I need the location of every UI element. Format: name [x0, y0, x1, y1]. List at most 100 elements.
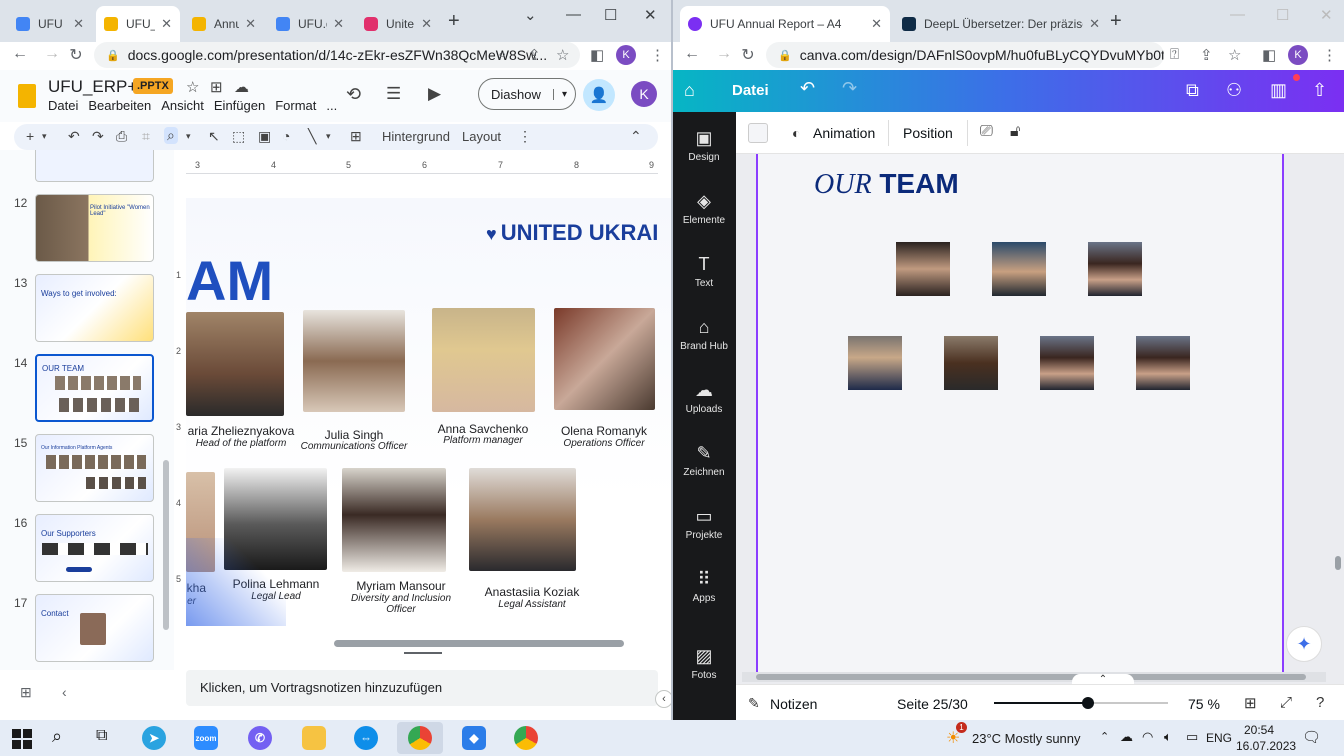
add-icon[interactable]: + [26, 128, 34, 144]
shape-icon[interactable]: ◔ [282, 128, 290, 144]
move-folder-icon[interactable]: ⊞ [210, 78, 223, 96]
browser-tab[interactable]: Unite ✕ [356, 6, 440, 42]
menu-more[interactable]: ... [326, 98, 337, 113]
close-icon[interactable]: ✕ [161, 16, 172, 32]
textbox-icon[interactable]: ⬚ [232, 128, 245, 145]
back-icon[interactable]: ← [8, 45, 32, 63]
scroll-thumb[interactable] [1335, 556, 1341, 570]
slide-thumbnail[interactable]: Pilot Initiative "Women Lead" [35, 194, 154, 262]
color-swatch[interactable] [748, 123, 768, 143]
lock-icon[interactable]: 🔓︎ [1010, 123, 1020, 141]
forward-icon[interactable]: → [712, 45, 736, 63]
undo-icon[interactable]: ↶ [800, 78, 815, 99]
sidebar-item-brand-hub[interactable]: ⌂ Brand Hub [672, 317, 736, 352]
notes-icon[interactable]: ✎ [748, 695, 760, 712]
home-icon[interactable]: ⌂ [684, 80, 695, 101]
team-photo[interactable] [469, 468, 576, 571]
account-avatar[interactable]: K [631, 81, 657, 107]
slide-thumbnail[interactable]: Ways to get involved: [35, 274, 154, 342]
team-photo[interactable] [342, 468, 446, 572]
help-icon[interactable]: ? [1316, 694, 1324, 711]
slides-logo-icon[interactable] [18, 84, 36, 108]
reload-icon[interactable]: ↻ [64, 45, 88, 65]
chevron-down-icon[interactable]: ▾ [326, 131, 331, 142]
team-photo[interactable] [432, 308, 535, 412]
team-photo[interactable] [896, 242, 950, 296]
image-icon[interactable]: ▣ [258, 128, 271, 145]
side-panel-icon[interactable]: ◧ [590, 46, 604, 64]
redo-icon[interactable]: ↷ [842, 78, 857, 99]
zoom-icon[interactable]: ⌕ [164, 127, 178, 144]
url-field[interactable]: 🔒 canva.com/design/DAFnlS0ovpM/hu0fuBLyCQ… [766, 42, 1164, 68]
language-indicator[interactable]: ENG [1206, 731, 1232, 745]
position-button[interactable]: Position [903, 125, 953, 141]
sidebar-item-draw[interactable]: ✎ Zeichnen [672, 443, 736, 478]
sidebar-item-uploads[interactable]: ☁ Uploads [672, 380, 736, 415]
slide-canvas[interactable]: ♥ UNITED UKRAI AM aria Zhelieznyakova Hea… [186, 198, 672, 626]
profile-avatar[interactable]: K [1288, 45, 1308, 65]
back-icon[interactable]: ← [680, 45, 704, 63]
resize-icon[interactable]: ⧉ [1186, 80, 1199, 101]
vertical-scrollbar[interactable] [1334, 154, 1342, 684]
file-explorer-icon[interactable] [302, 726, 326, 750]
volume-icon[interactable]: 🔈︎ [1164, 729, 1172, 745]
url-field[interactable]: 🔒 docs.google.com/presentation/d/14c-zEkr… [94, 42, 580, 68]
close-icon[interactable]: ✕ [1089, 16, 1100, 32]
scroll-thumb[interactable] [756, 674, 1306, 680]
slide-thumbnail-selected[interactable]: OUR TEAM [35, 354, 154, 422]
share-person-icon[interactable]: 👤 [583, 79, 615, 111]
maximize-icon[interactable]: ☐ [1276, 6, 1289, 24]
chevron-down-icon[interactable]: ▾ [186, 131, 191, 142]
comment-icon[interactable]: ☰ [386, 84, 401, 104]
sidebar-item-design[interactable]: ▣ Design [672, 128, 736, 163]
team-photo[interactable] [1136, 336, 1190, 390]
more-vert-icon[interactable]: ⋮ [518, 128, 532, 145]
translate-icon[interactable]: ⍰ [1170, 46, 1179, 63]
viber-icon[interactable]: ✆ [248, 726, 272, 750]
magic-assistant-icon[interactable]: ✦ [1286, 626, 1322, 662]
zoom-app-icon[interactable]: zoom [194, 726, 218, 750]
animation-button[interactable]: Animation [813, 125, 875, 141]
menu-ansicht[interactable]: Ansicht [161, 98, 204, 113]
filmstrip-scrollbar[interactable] [163, 460, 169, 630]
fullscreen-icon[interactable]: ⤢ [1280, 694, 1292, 711]
history-icon[interactable]: ⟲ [346, 84, 361, 105]
browser-tab[interactable]: UFU In✕ [8, 6, 92, 42]
search-icon[interactable]: ⌕ [52, 726, 62, 747]
notes-button[interactable]: Notizen [770, 696, 817, 712]
teamviewer-icon[interactable]: ⇔ [354, 726, 378, 750]
slide-thumbnail[interactable]: Our Information Platform Agents [35, 434, 154, 502]
profile-avatar[interactable]: K [616, 45, 636, 65]
menu-datei[interactable]: Datei [48, 98, 78, 113]
notes-resize-handle[interactable] [404, 652, 442, 654]
team-photo[interactable] [1040, 336, 1094, 390]
page-indicator[interactable]: Seite 25/30 [897, 696, 968, 712]
page-title[interactable]: OUR TEAM [814, 168, 959, 201]
close-icon[interactable]: ✕ [73, 16, 84, 32]
chrome-profile-icon[interactable] [514, 726, 538, 750]
clock-time[interactable]: 20:54 [1244, 723, 1274, 737]
minimize-icon[interactable]: — [566, 6, 581, 23]
browser-tab[interactable]: DeepL Übersetzer: Der präziseste✕ [894, 6, 1108, 42]
windows-start-icon[interactable] [12, 729, 32, 749]
team-photo[interactable] [944, 336, 998, 390]
zoom-level[interactable]: 75 % [1188, 696, 1220, 712]
meet-icon[interactable]: ▶ [428, 84, 441, 104]
collapse-left-icon[interactable]: ‹ [62, 684, 67, 700]
animation-icon[interactable]: ◐ [792, 125, 800, 141]
close-window-icon[interactable]: ✕ [1320, 6, 1333, 24]
menu-einfuegen[interactable]: Einfügen [214, 98, 265, 113]
sidebar-item-elements[interactable]: ◈ Elemente [672, 191, 736, 226]
bookmark-star-icon[interactable]: ☆ [1228, 46, 1241, 64]
paint-format-icon[interactable]: ⌗ [142, 128, 150, 145]
menu-bearbeiten[interactable]: Bearbeiten [88, 98, 151, 113]
redo-icon[interactable]: ↷ [92, 128, 104, 145]
maximize-icon[interactable]: ☐ [604, 6, 617, 24]
side-panel-toggle-icon[interactable]: ‹ [655, 690, 672, 708]
battery-icon[interactable]: ▭ [1186, 729, 1198, 745]
undo-icon[interactable]: ↶ [68, 128, 80, 145]
forward-icon[interactable]: → [40, 45, 64, 63]
line-icon[interactable]: ╲ [308, 128, 316, 145]
team-photo[interactable] [992, 242, 1046, 296]
grid-view-icon[interactable]: ⊞ [20, 684, 32, 701]
